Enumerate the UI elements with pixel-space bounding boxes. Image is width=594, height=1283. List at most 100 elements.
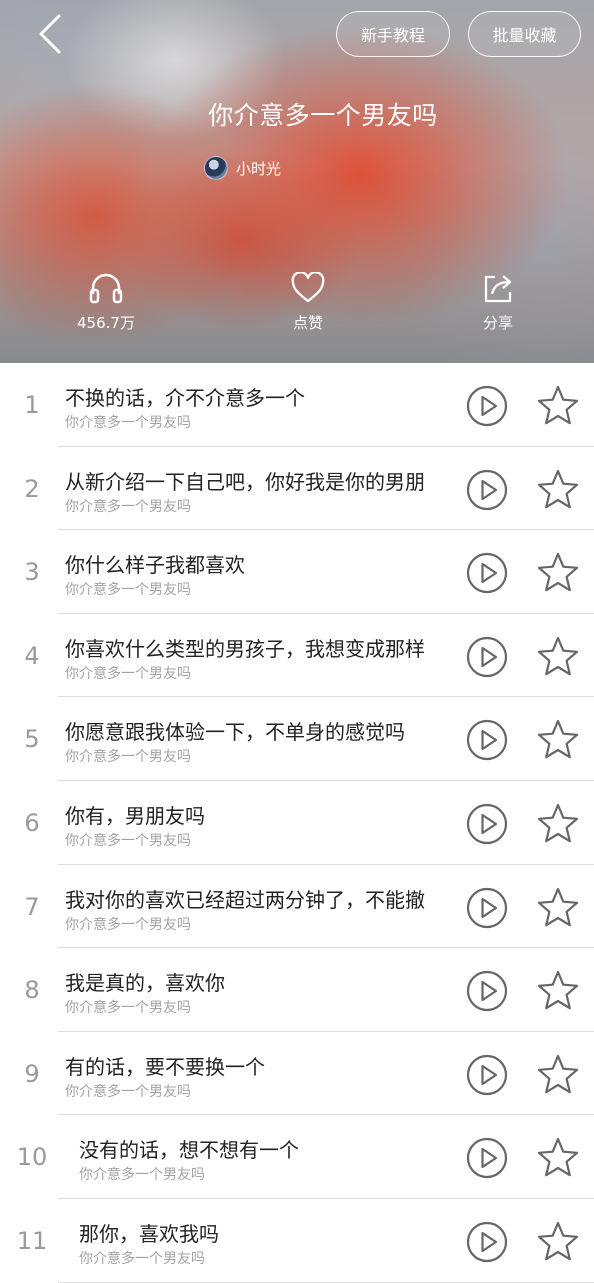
play-circle-icon [466, 1138, 508, 1179]
track-title: 那你，喜欢我吗 [79, 1221, 219, 1246]
favorite-button[interactable] [536, 469, 580, 511]
star-icon [537, 971, 579, 1010]
track-album: 你介意多一个男友吗 [79, 1167, 205, 1184]
track-album: 你介意多一个男友吗 [65, 1083, 191, 1100]
play-button[interactable] [466, 1137, 508, 1179]
play-circle-icon [466, 803, 508, 845]
play-circle-icon [466, 385, 508, 427]
favorite-button[interactable] [536, 970, 580, 1012]
star-icon [537, 636, 579, 676]
play-button[interactable] [466, 552, 508, 594]
track-number: 4 [24, 641, 40, 670]
play-button[interactable] [466, 803, 508, 845]
track-number: 3 [24, 558, 40, 587]
star-icon [537, 803, 579, 843]
track-number: 2 [24, 474, 40, 503]
track-album: 你介意多一个男友吗 [79, 1250, 205, 1267]
star-icon [537, 553, 579, 592]
like-label: 点赞 [292, 314, 323, 332]
favorite-button[interactable] [536, 385, 580, 427]
track-number: 6 [24, 808, 40, 837]
play-button[interactable] [466, 887, 508, 929]
headphones-icon [89, 273, 123, 304]
star-icon [537, 887, 579, 926]
batch-collect-button[interactable]: 批量收藏 [468, 11, 581, 57]
play-circle-icon [466, 636, 508, 677]
row-divider [58, 1281, 594, 1283]
play-circle-icon [466, 887, 508, 928]
track-album: 你介意多一个男友吗 [65, 1000, 191, 1017]
track-album: 你介意多一个男友吗 [65, 916, 191, 933]
track-row[interactable]: 11 那你，喜欢我吗 你介意多一个男友吗 [0, 1199, 594, 1283]
play-circle-icon [466, 1054, 508, 1095]
heart-icon [291, 272, 325, 303]
track-row[interactable]: 6 你有，男朋友吗 你介意多一个男友吗 [0, 781, 594, 865]
track-title: 没有的话，想不想有一个 [79, 1138, 299, 1163]
favorite-button[interactable] [536, 1054, 580, 1096]
favorite-button[interactable] [536, 803, 580, 845]
track-row[interactable]: 10 没有的话，想不想有一个 你介意多一个男友吗 [0, 1115, 594, 1199]
play-button[interactable] [466, 719, 508, 761]
favorite-button[interactable] [536, 636, 580, 678]
track-number: 5 [24, 725, 40, 754]
favorite-button[interactable] [536, 1137, 580, 1179]
star-icon [537, 720, 579, 759]
track-row[interactable]: 5 你愿意跟我体验一下，不单身的感觉吗 你介意多一个男友吗 [0, 697, 594, 781]
back-button[interactable] [26, 10, 74, 58]
star-icon [537, 469, 579, 508]
track-number: 11 [16, 1226, 48, 1255]
play-count: 456.7万 [51, 272, 161, 333]
play-circle-icon [466, 553, 508, 594]
track-list: 1 不换的话，介不介意多一个 你介意多一个男友吗 2 从新介绍一下自己吧，你好我… [0, 363, 594, 1283]
tutorial-button[interactable]: 新手教程 [336, 11, 450, 57]
album-header: 新手教程 批量收藏 你介意多一个男友吗 小时光 456.7万 点赞 分享 [0, 0, 594, 363]
track-row[interactable]: 2 从新介绍一下自己吧，你好我是你的男朋 你介意多一个男友吗 [0, 447, 594, 531]
star-icon [537, 1221, 579, 1261]
play-count-label: 456.7万 [77, 314, 135, 332]
track-number: 1 [24, 391, 40, 419]
play-button[interactable] [466, 1221, 508, 1263]
star-icon [537, 1054, 579, 1094]
track-row[interactable]: 7 我对你的喜欢已经超过两分钟了，不能撤 你介意多一个男友吗 [0, 865, 594, 949]
author-name: 小时光 [236, 159, 282, 178]
track-row[interactable]: 8 我是真的，喜欢你 你介意多一个男友吗 [0, 948, 594, 1032]
author[interactable]: 小时光 [204, 156, 281, 180]
like-button[interactable]: 点赞 [253, 272, 363, 333]
avatar [204, 156, 228, 180]
share-button[interactable]: 分享 [443, 272, 553, 333]
track-row[interactable]: 3 你什么样子我都喜欢 你介意多一个男友吗 [0, 530, 594, 614]
track-title: 有的话，要不要换一个 [65, 1054, 265, 1079]
track-title: 不换的话，介不介意多一个 [65, 386, 305, 410]
chevron-left-icon [39, 14, 61, 54]
favorite-button[interactable] [536, 1221, 580, 1263]
play-circle-icon [466, 720, 508, 761]
track-album: 你介意多一个男友吗 [65, 415, 191, 431]
track-row[interactable]: 1 不换的话，介不介意多一个 你介意多一个男友吗 [0, 363, 594, 447]
track-number: 7 [24, 892, 40, 921]
favorite-button[interactable] [536, 719, 580, 761]
track-title: 你愿意跟我体验一下，不单身的感觉吗 [65, 720, 405, 745]
play-button[interactable] [466, 469, 508, 511]
track-album: 你介意多一个男友吗 [65, 582, 191, 599]
track-album: 你介意多一个男友吗 [65, 498, 191, 515]
track-row[interactable]: 4 你喜欢什么类型的男孩子，我想变成那样 你介意多一个男友吗 [0, 614, 594, 698]
track-title: 从新介绍一下自己吧，你好我是你的男朋 [65, 469, 425, 494]
play-circle-icon [466, 1221, 508, 1263]
play-button[interactable] [466, 385, 508, 427]
favorite-button[interactable] [536, 887, 580, 929]
track-row[interactable]: 9 有的话，要不要换一个 你介意多一个男友吗 [0, 1032, 594, 1116]
track-title: 你有，男朋友吗 [65, 803, 205, 828]
play-button[interactable] [466, 636, 508, 678]
share-icon [484, 275, 512, 303]
album-title: 你介意多一个男友吗 [208, 101, 438, 130]
track-album: 你介意多一个男友吗 [65, 832, 191, 849]
track-title: 你什么样子我都喜欢 [65, 553, 245, 578]
star-icon [537, 385, 579, 425]
play-button[interactable] [466, 1054, 508, 1096]
track-title: 我对你的喜欢已经超过两分钟了，不能撤 [65, 887, 425, 912]
track-title: 你喜欢什么类型的男孩子，我想变成那样 [65, 636, 425, 661]
favorite-button[interactable] [536, 552, 580, 594]
track-album: 你介意多一个男友吗 [65, 749, 191, 766]
play-button[interactable] [466, 970, 508, 1012]
track-number: 10 [16, 1143, 48, 1172]
